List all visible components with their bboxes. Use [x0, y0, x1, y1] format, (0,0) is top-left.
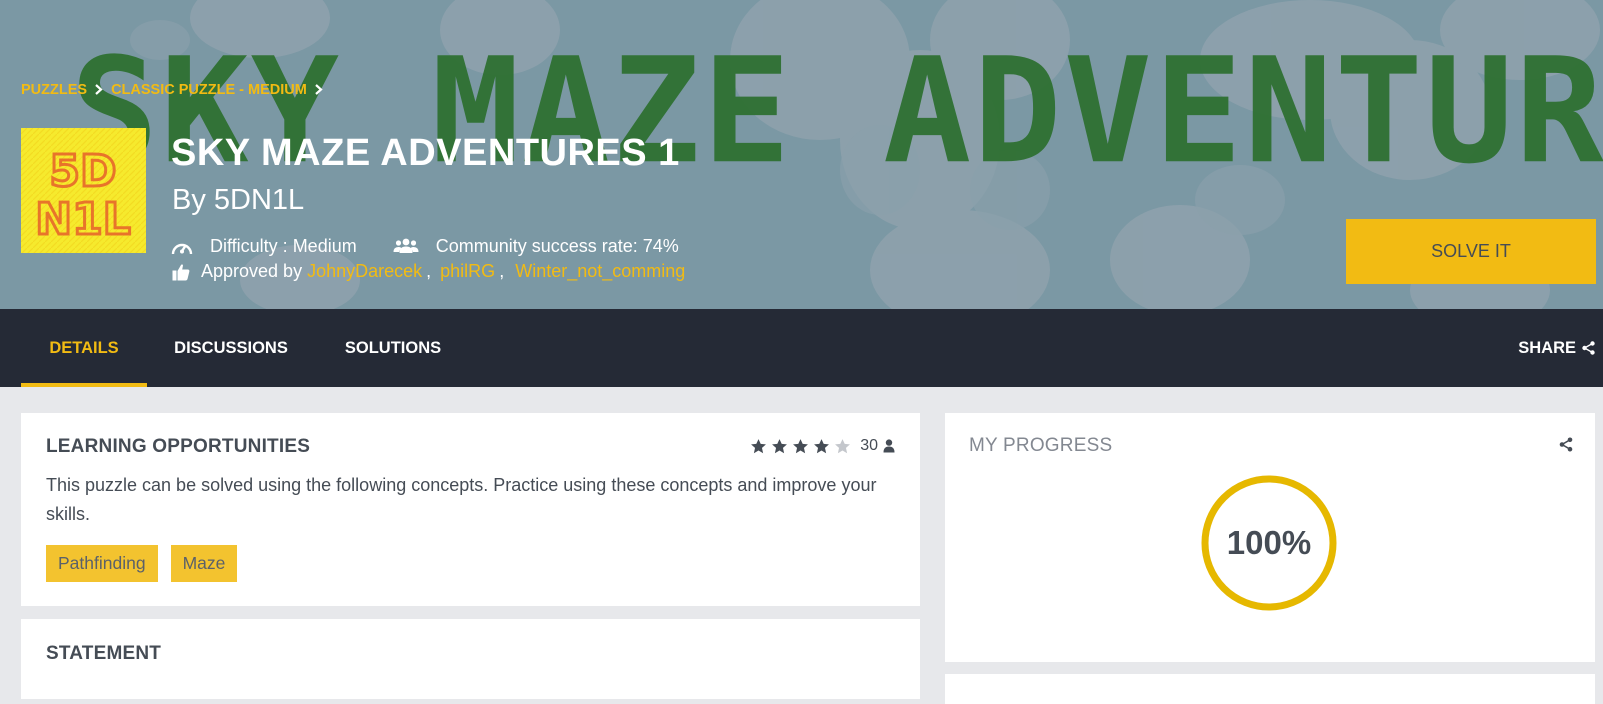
star-filled-icon[interactable] — [813, 438, 830, 455]
puzzle-nav: DETAILS DISCUSSIONS SOLUTIONS SHARE — [0, 309, 1603, 387]
share-label: SHARE — [1518, 338, 1576, 357]
breadcrumb-puzzles[interactable]: PUZZLES — [21, 82, 87, 98]
star-filled-icon[interactable] — [771, 438, 788, 455]
share-icon[interactable] — [1559, 437, 1573, 452]
puzzle-author: By 5DN1L — [172, 184, 305, 216]
approver-separator: , — [426, 261, 432, 281]
approved-label: Approved by — [201, 261, 303, 281]
users-icon — [393, 238, 419, 256]
chevron-right-icon — [95, 82, 103, 98]
learning-opportunities-card: LEARNING OPPORTUNITIES 30 This puzzle ca… — [21, 413, 920, 606]
approver-link-winter-not-comming[interactable]: Winter_not_comming — [515, 261, 685, 282]
rating-count: 30 — [860, 437, 878, 454]
puzzle-avatar: 5D N1L — [21, 128, 146, 253]
chevron-right-icon — [315, 82, 323, 98]
learning-title: LEARNING OPPORTUNITIES — [46, 436, 311, 457]
statement-card: STATEMENT — [21, 619, 920, 699]
puzzle-hero: SKY MAZE ADVENTURES PUZZLES CLASSIC PUZZ… — [0, 0, 1603, 309]
user-icon — [883, 439, 895, 453]
approver-link-philrg[interactable]: philRG — [440, 261, 495, 282]
next-card — [945, 674, 1595, 704]
puzzle-title: SKY MAZE ADVENTURES 1 — [171, 132, 680, 174]
learning-description: This puzzle can be solved using the foll… — [46, 475, 877, 524]
concept-tags: Pathfinding Maze — [46, 545, 250, 582]
tab-solutions[interactable]: SOLUTIONS — [343, 309, 443, 387]
star-filled-icon[interactable] — [750, 438, 767, 455]
approver-separator: , — [499, 261, 505, 281]
avatar-line1: 5D — [49, 146, 116, 197]
tag-pathfinding[interactable]: Pathfinding — [46, 545, 158, 582]
statement-title: STATEMENT — [46, 643, 162, 664]
rating-stars — [746, 438, 851, 455]
tag-maze[interactable]: Maze — [170, 545, 238, 582]
success-rate-text: Community success rate: 74% — [435, 236, 679, 256]
share-button[interactable]: SHARE — [1518, 309, 1595, 387]
my-progress-card: MY PROGRESS 100% — [945, 413, 1595, 662]
tab-discussions[interactable]: DISCUSSIONS — [171, 309, 291, 387]
speedometer-icon — [171, 238, 193, 256]
breadcrumb-category[interactable]: CLASSIC PUZZLE - MEDIUM — [111, 82, 307, 98]
puzzle-meta: Difficulty : Medium Community success ra… — [171, 236, 679, 257]
progress-title: MY PROGRESS — [969, 435, 1113, 456]
approver-link-johnydarecek[interactable]: JohnyDarecek — [307, 261, 422, 282]
star-empty-icon[interactable] — [834, 438, 851, 455]
star-filled-icon[interactable] — [792, 438, 809, 455]
share-icon — [1582, 341, 1595, 355]
progress-value: 100% — [1226, 524, 1312, 561]
approved-by: Approved by JohnyDarecek , philRG , Wint… — [172, 261, 685, 282]
tab-details[interactable]: DETAILS — [21, 309, 147, 387]
solve-it-button[interactable]: SOLVE IT — [1346, 219, 1596, 284]
breadcrumb: PUZZLES CLASSIC PUZZLE - MEDIUM — [21, 82, 331, 98]
avatar-line2: N1L — [35, 194, 130, 245]
rating[interactable]: 30 — [746, 437, 895, 455]
difficulty-text: Difficulty : Medium — [210, 236, 357, 256]
thumbs-up-icon — [172, 263, 190, 281]
